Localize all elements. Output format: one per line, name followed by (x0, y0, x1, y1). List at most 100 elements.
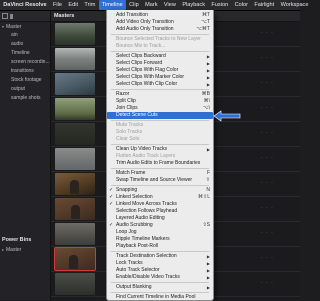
menu-item-detect-scene-cuts[interactable]: Detect Scene Cuts (107, 112, 213, 119)
menu-item-split-clip[interactable]: Split Clip ⌘\ (107, 98, 213, 105)
bin-master[interactable]: ▾ Master (0, 22, 50, 31)
menu-item-track-destination-selection[interactable]: Track Destination Selection ▶ (107, 253, 213, 260)
menu-item-shortcut: ⌥⌘T (196, 26, 210, 32)
menu-item-trim-audio-edits-to-frame-boundaries[interactable]: Trim Audio Edits to Frame Boundaries (107, 160, 213, 167)
clip-metadata: · · · (261, 30, 274, 36)
menu-item-shortcut: ⌘T (201, 12, 210, 18)
menu-item-select-clips-with-clip-color[interactable]: Select Clips With Clip Color ▶ (107, 81, 213, 88)
menu-item-select-clips-with-marker-color[interactable]: Select Clips With Marker Color ▶ (107, 74, 213, 81)
menu-edit[interactable]: Edit (65, 0, 81, 10)
bin-item[interactable]: output (0, 85, 50, 94)
chevron-right-icon[interactable]: ▸ (2, 247, 4, 252)
power-bin-master[interactable]: ▸ Master (0, 245, 50, 254)
menu-item-label: Swap Timeline and Source Viewer (116, 177, 193, 183)
clip-thumbnail-selected[interactable] (54, 247, 96, 271)
menu-item-add-transition[interactable]: Add Transition ⌘T (107, 12, 213, 19)
menu-item-label: Output Blanking (116, 284, 152, 290)
menu-item-razor[interactable]: Razor ⌘B (107, 91, 213, 98)
menu-item-match-frame[interactable]: Match Frame F (107, 170, 213, 177)
person-silhouette (70, 180, 79, 194)
menu-separator (111, 292, 209, 293)
menu-item-loop-jog[interactable]: Loop Jog (107, 229, 213, 236)
list-view-icon[interactable] (10, 13, 13, 19)
menu-item-swap-timeline-and-source-viewer[interactable]: Swap Timeline and Source Viewer ⇧ (107, 177, 213, 184)
menu-item-select-clips-with-flag-color[interactable]: Select Clips With Flag Color ▶ (107, 67, 213, 74)
checkmark-icon: ✓ (109, 222, 114, 228)
clip-thumbnail[interactable] (55, 223, 95, 245)
clip-thumbnail[interactable] (55, 198, 95, 220)
menu-fusion[interactable]: Fusion (208, 0, 231, 10)
menu-item-shortcut: ⇧S (202, 222, 210, 228)
menu-item-auto-track-selector[interactable]: Auto Track Selector ▶ (107, 267, 213, 274)
clip-metadata: · · · (261, 255, 274, 261)
clip-thumbnail[interactable] (55, 123, 95, 145)
menu-mark[interactable]: Mark (142, 0, 161, 10)
menu-timeline[interactable]: Timeline (98, 0, 126, 10)
submenu-arrow-icon: ▶ (206, 54, 210, 59)
menu-item-mute-tracks[interactable]: Mute Tracks (107, 122, 213, 129)
person-silhouette (69, 255, 78, 269)
menu-item-ripple-timeline-markers[interactable]: Ripple Timeline Markers (107, 236, 213, 243)
menu-item-audio-scrubbing[interactable]: ✓ Audio Scrubbing ⇧S (107, 222, 213, 229)
clip-metadata: · · · (261, 280, 274, 286)
menu-playback[interactable]: Playback (179, 0, 208, 10)
menu-item-label: Select Clips With Clip Color (116, 81, 178, 87)
menu-item-label: Auto Track Selector (116, 267, 160, 273)
menu-app-name[interactable]: DaVinci Resolve (0, 0, 50, 10)
clip-thumbnail[interactable] (55, 273, 95, 295)
menu-item-shortcut: ⌘B (201, 91, 210, 97)
menu-item-bounce-mix-to-track[interactable]: Bounce Mix to Track... (107, 43, 213, 50)
menu-item-layered-audio-editing[interactable]: Layered Audio Editing (107, 215, 213, 222)
menu-item-solo-tracks[interactable]: Solo Tracks (107, 129, 213, 136)
clip-thumbnail[interactable] (55, 148, 95, 170)
clip-thumbnail[interactable] (55, 23, 95, 45)
checkmark-icon: ✓ (109, 194, 114, 200)
menu-item-playback-post-roll[interactable]: Playback Post-Roll (107, 243, 213, 250)
menu-item-linked-move-across-tracks[interactable]: ✓ Linked Move Across Tracks (107, 201, 213, 208)
menu-item-select-clips-forward[interactable]: Select Clips Forward ▶ (107, 60, 213, 67)
menu-item-linked-selection[interactable]: ✓ Linked Selection ⌘⇧L (107, 194, 213, 201)
bin-item[interactable]: transitions (0, 67, 50, 76)
menu-file[interactable]: File (50, 0, 65, 10)
menu-item-add-audio-only-transition[interactable]: Add Audio Only Transition ⌥⌘T (107, 26, 213, 33)
menu-item-output-blanking[interactable]: Output Blanking ▶ (107, 284, 213, 291)
bin-item[interactable]: Timeline (0, 49, 50, 58)
bin-item[interactable]: audio (0, 40, 50, 49)
menu-item-flatten-audio-track-layers[interactable]: Flatten Audio Track Layers (107, 153, 213, 160)
menu-clip[interactable]: Clip (126, 0, 142, 10)
chevron-down-icon[interactable]: ▾ (2, 24, 4, 29)
bin-item[interactable]: sample shots (0, 94, 50, 103)
menu-item-label: Clear Solo (116, 136, 140, 142)
menu-workspace[interactable]: Workspace (277, 0, 311, 10)
menu-item-enable-disable-video-tracks[interactable]: Enable/Disable Video Tracks ▶ (107, 274, 213, 281)
menu-item-bounce-selected-tracks-to-new-layer[interactable]: Bounce Selected Tracks to New Layer (107, 36, 213, 43)
clip-thumbnail[interactable] (55, 98, 95, 120)
menu-item-selection-follows-playhead[interactable]: Selection Follows Playhead (107, 208, 213, 215)
checkmark-icon: ✓ (109, 187, 114, 193)
clip-metadata: · · · (261, 230, 274, 236)
menu-fairlight[interactable]: Fairlight (251, 0, 277, 10)
clip-metadata: · · · (261, 105, 274, 111)
submenu-arrow-icon: ▶ (206, 75, 210, 80)
bin-item[interactable]: screen recordin... (0, 58, 50, 67)
bin-item[interactable]: ain (0, 31, 50, 40)
menu-view[interactable]: View (161, 0, 179, 10)
menu-item-label: Snapping (116, 187, 138, 193)
menu-item-snapping[interactable]: ✓ Snapping N (107, 187, 213, 194)
menu-item-lock-tracks[interactable]: Lock Tracks ▶ (107, 260, 213, 267)
clip-thumbnail[interactable] (55, 48, 95, 70)
menu-item-clean-up-video-tracks[interactable]: Clean Up Video Tracks ▶ (107, 146, 213, 153)
submenu-arrow-icon: ▶ (206, 254, 210, 259)
menu-item-select-clips-backward[interactable]: Select Clips Backward ▶ (107, 53, 213, 60)
clip-thumbnail[interactable] (55, 173, 95, 195)
menu-item-label: Loop Jog (116, 229, 137, 235)
menu-item-clear-solo[interactable]: Clear Solo (107, 136, 213, 143)
bin-item[interactable]: Stock footage (0, 76, 50, 85)
menu-separator (111, 185, 209, 186)
bin-view-icon[interactable] (2, 13, 8, 19)
menu-color[interactable]: Color (231, 0, 251, 10)
clip-thumbnail[interactable] (55, 73, 95, 95)
menu-trim[interactable]: Trim (81, 0, 98, 10)
menu-item-add-video-only-transition[interactable]: Add Video Only Transition ⌥T (107, 19, 213, 26)
menu-item-join-clips[interactable]: Join Clips ⌥\ (107, 105, 213, 112)
